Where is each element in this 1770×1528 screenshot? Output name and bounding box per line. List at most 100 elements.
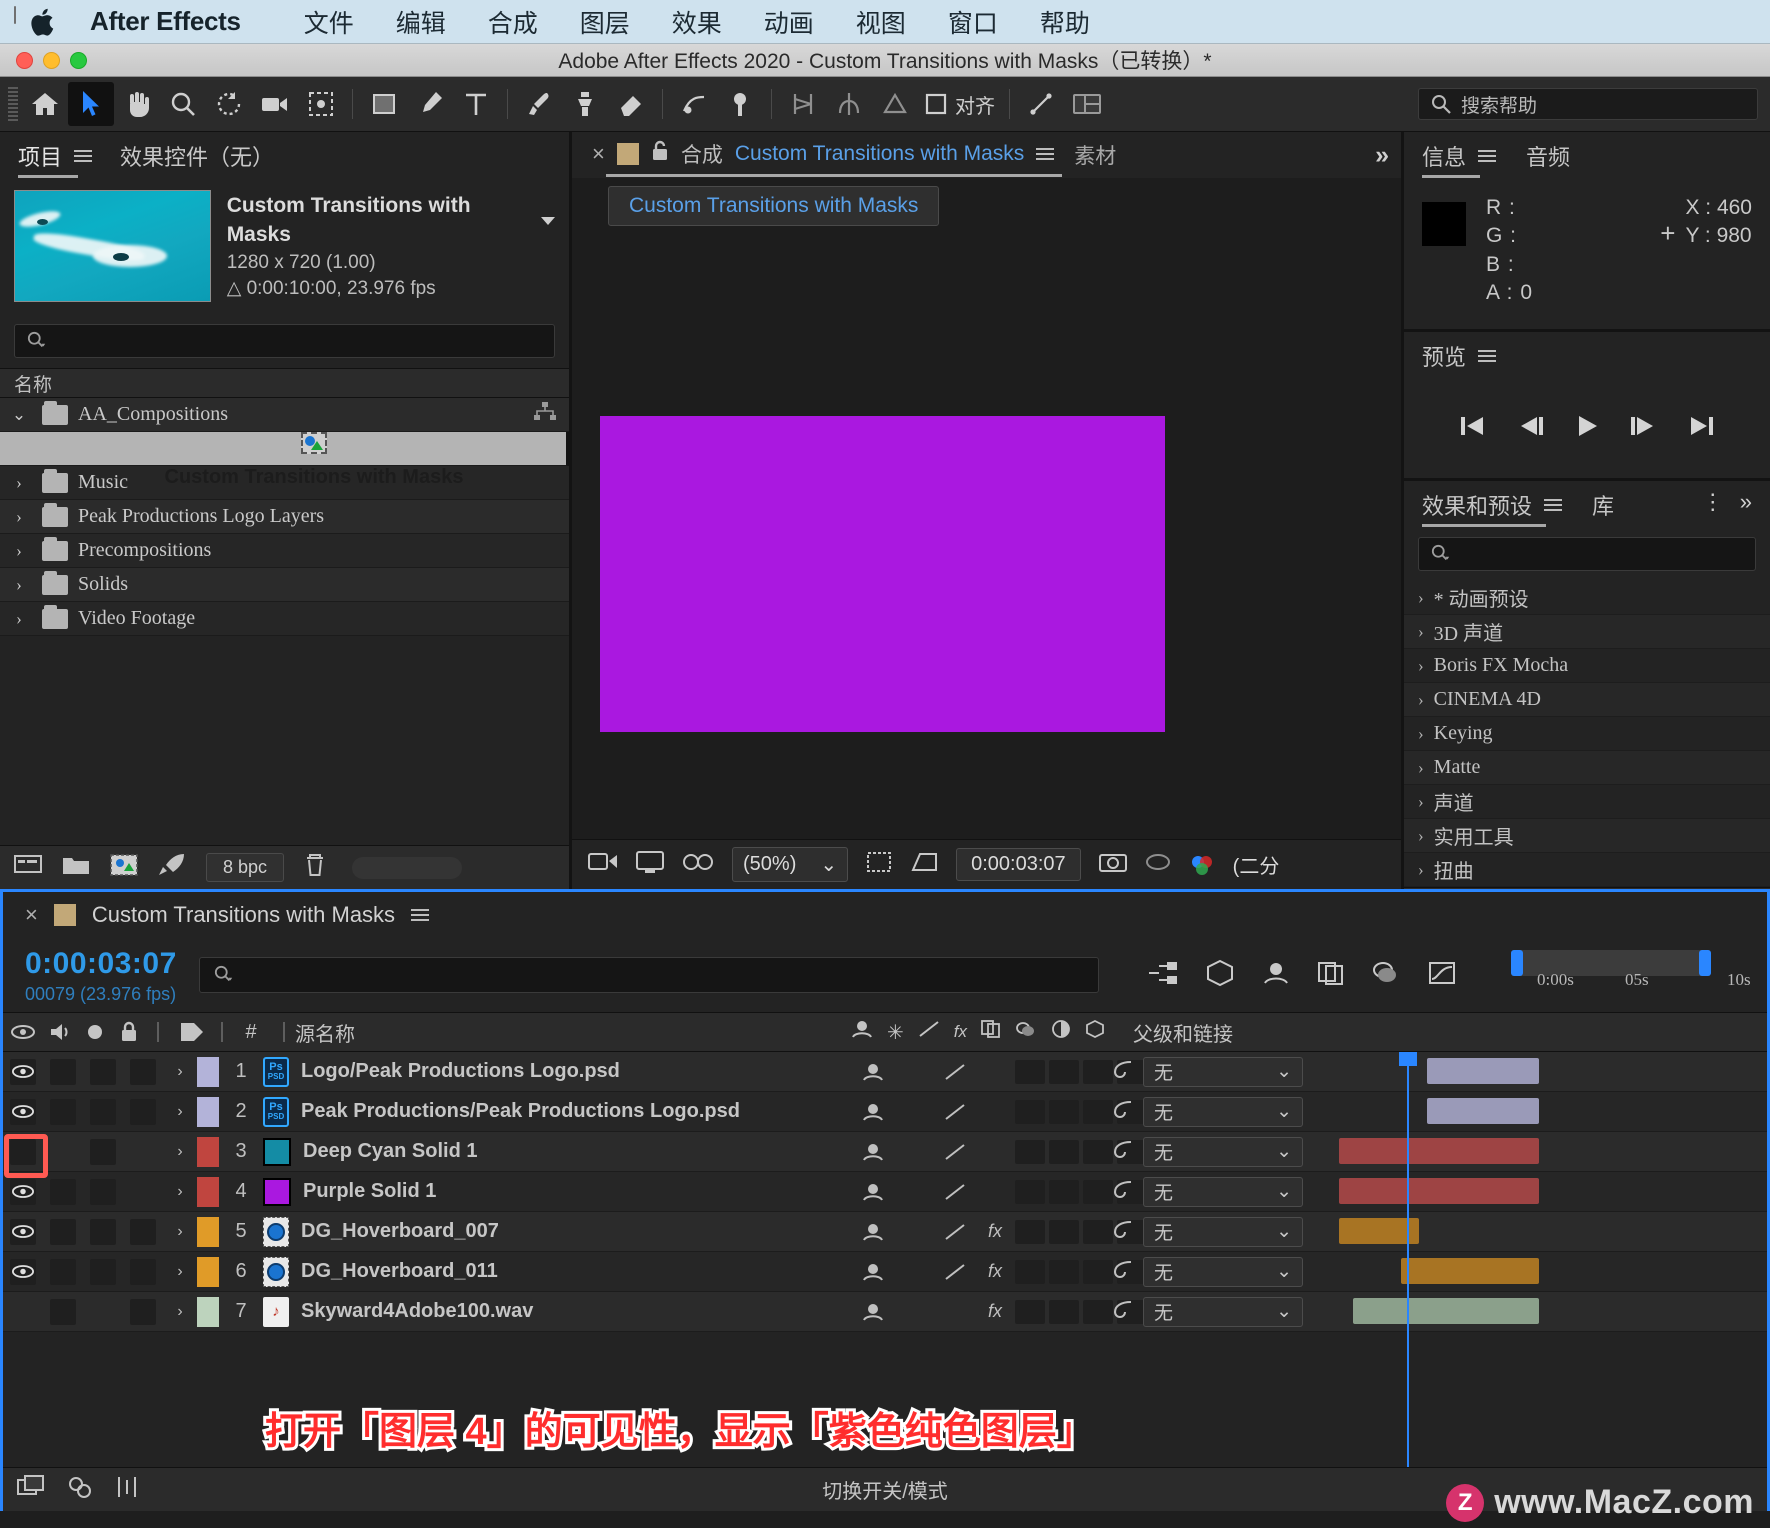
zoom-level-select[interactable]: (50%) ⌄ [732,847,849,882]
project-row-solids[interactable]: › Solids [0,568,569,603]
layer-name[interactable]: Ps PSD Peak Productions/Peak Productions … [263,1096,740,1127]
hide-shy-layers-icon[interactable] [1261,960,1291,991]
layer-lock-toggle[interactable] [123,1098,163,1125]
project-row-composition[interactable]: Custom Transitions with Masks [0,432,569,488]
menu-item-window[interactable]: 窗口 [927,4,1019,40]
table-row[interactable]: › 5 DG_Hoverboard_007 fx 无 ⌄ [3,1212,1767,1252]
project-search-input[interactable] [14,324,555,359]
view-mode-label[interactable]: (二分 [1233,850,1280,879]
layer-visibility-toggle[interactable] [3,1098,43,1125]
col-audio-icon[interactable] [43,1022,79,1042]
timeline-current-time[interactable]: 0:00:03:07 00079 (23.976 fps) [25,945,177,1005]
disclosure-right-icon[interactable]: › [6,541,32,561]
align-toggle[interactable]: 对齐 [918,90,1001,119]
col-source-name-header[interactable]: 源名称 [295,1018,895,1047]
effects-category-row[interactable]: › Matte [1404,751,1770,786]
table-row[interactable]: › 6 DG_Hoverboard_011 fx 无 ⌄ [3,1252,1767,1292]
col-video-visibility-icon[interactable] [3,1025,43,1039]
layer-disclosure-icon[interactable]: › [163,1263,197,1281]
toolbar-drag-handle[interactable] [8,87,18,121]
effects-category-row[interactable]: › * 动画预设 [1404,581,1770,616]
chevron-right-icon[interactable]: › [1418,622,1424,642]
layer-solo-toggle[interactable] [83,1138,123,1165]
chevron-right-icon[interactable]: › [1418,724,1424,744]
first-frame-icon[interactable] [1457,413,1489,444]
eraser-tool-icon[interactable] [608,82,654,126]
tab-audio[interactable]: 音频 [1526,140,1570,178]
timeline-playhead[interactable] [1399,1052,1417,1467]
layer-audio-toggle[interactable] [43,1098,83,1125]
channel-select-icon[interactable] [1189,854,1215,876]
timeline-search-input[interactable] [198,957,1099,993]
layer-solo-toggle[interactable] [83,1098,123,1125]
disclosure-down-icon[interactable]: ⌄ [6,405,32,425]
preview-panel-menu-icon[interactable] [1478,347,1497,365]
layer-audio-toggle[interactable] [43,1178,83,1205]
disclosure-right-icon[interactable]: › [6,507,32,527]
layer-lock-toggle[interactable] [123,1218,163,1245]
switch-mode-label[interactable]: 切换开关/模式 [822,1475,948,1504]
layer-label-color[interactable] [197,1176,219,1207]
render-rocket-icon[interactable] [158,853,186,882]
layer-parent-select[interactable]: 无 ⌄ [1143,1136,1303,1167]
layer-parent-pickwhip[interactable] [1111,1258,1135,1285]
tab-info[interactable]: 信息 [1422,140,1497,178]
zoom-tool-icon[interactable] [160,82,206,126]
info-panel-menu-icon[interactable] [1478,147,1497,165]
layer-fx-badge[interactable]: fx [975,1261,1015,1282]
layer-parent-select[interactable]: 无 ⌄ [1143,1296,1303,1327]
layer-lock-toggle[interactable] [123,1058,163,1085]
project-row-aa-compositions[interactable]: ⌄ AA_Compositions [0,398,569,433]
menu-item-view[interactable]: 视图 [835,4,927,40]
layer-visibility-toggle[interactable] [3,1218,43,1245]
chevron-right-icon[interactable]: › [1418,792,1424,812]
col-label-icon[interactable] [169,1021,215,1043]
layer-fx-badge[interactable]: fx [975,1221,1015,1242]
layer-name[interactable]: DG_Hoverboard_007 [263,1216,499,1247]
project-row-precompositions[interactable]: › Precompositions [0,534,569,569]
roto-brush-tool-icon[interactable] [671,82,717,126]
composition-viewer[interactable]: Custom Transitions with Masks [572,178,1401,839]
tab-effect-controls[interactable]: 效果控件（无） [120,140,274,178]
pan-behind-tool-icon[interactable] [298,82,344,126]
layer-disclosure-icon[interactable]: › [163,1183,197,1201]
layer-label-color[interactable] [197,1296,219,1327]
panel-options-icon[interactable]: ⋮ [1702,489,1724,515]
layer-name[interactable]: Deep Cyan Solid 1 [263,1137,478,1166]
chevron-right-icon[interactable]: › [1418,690,1424,710]
panel-overflow-icon[interactable]: » [1375,141,1389,170]
workspace-icon[interactable] [1064,82,1110,126]
col-number-header[interactable]: # [229,1021,273,1044]
rotation-tool-icon[interactable] [206,82,252,126]
snapshot-icon[interactable] [1098,851,1127,878]
graph-editor-icon[interactable] [1427,960,1457,991]
chevron-right-icon[interactable]: › [1418,656,1424,676]
tab-project[interactable]: 项目 [18,140,93,178]
toggle-switches-icon[interactable] [17,1475,45,1504]
effects-category-row[interactable]: › Keying [1404,717,1770,752]
table-row[interactable]: › 4 Purple Solid 1 无 ⌄ [3,1172,1767,1212]
disclosure-right-icon[interactable]: › [6,575,32,595]
layer-parent-select[interactable]: 无 ⌄ [1143,1256,1303,1287]
disclosure-right-icon[interactable]: › [6,473,32,493]
home-icon[interactable] [22,82,68,126]
tab-preview[interactable]: 预览 [1422,340,1497,378]
motion-blur-icon[interactable] [1371,960,1401,991]
col-motion-blur-icon[interactable] [1015,1020,1037,1044]
navigator-left-handle[interactable] [1511,950,1523,976]
menu-item-effect[interactable]: 效果 [651,4,743,40]
tab-libraries[interactable]: 库 [1592,489,1614,527]
table-row[interactable]: › 7 ♪ Skyward4Adobe100.wav fx 无 ⌄ [3,1292,1767,1332]
comp-panel-menu-icon[interactable] [1036,145,1055,163]
col-adjustment-icon[interactable] [1051,1019,1071,1045]
layer-label-color[interactable] [197,1136,219,1167]
col-quality-icon[interactable] [918,1019,940,1045]
layer-audio-toggle[interactable] [43,1058,83,1085]
chevron-right-icon[interactable]: › [1418,588,1424,608]
previous-frame-icon[interactable] [1515,413,1547,444]
tab-effects-presets[interactable]: 效果和预设 [1422,489,1563,528]
layer-audio-toggle[interactable] [43,1258,83,1285]
layer-visibility-toggle[interactable] [3,1258,43,1285]
play-icon[interactable] [1573,413,1601,444]
layer-duration-bar[interactable] [1401,1258,1539,1284]
